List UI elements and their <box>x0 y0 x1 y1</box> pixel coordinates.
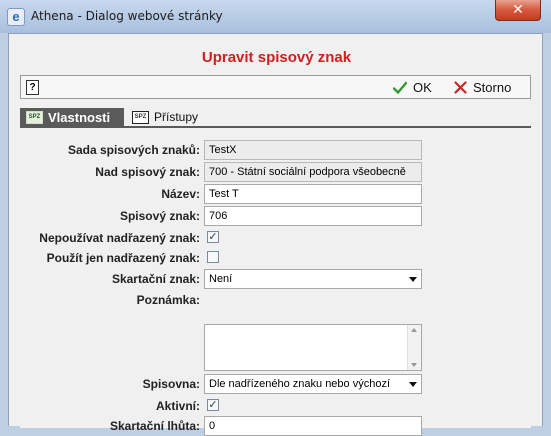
ok-button[interactable]: OK <box>393 79 432 96</box>
code-sign-icon: SPZ <box>132 110 149 124</box>
active-checkbox[interactable]: ✓ <box>207 399 219 411</box>
ok-button-label: OK <box>413 80 432 95</box>
select-value: Dle nadřízeného znaku nebo výchozí <box>209 378 391 390</box>
dialog-toolbar: ? OK Storno <box>20 75 531 99</box>
field-label: Poznámka: <box>136 293 200 307</box>
form-row-nad: Nad spisový znak: 700 - Státní sociální … <box>20 162 531 182</box>
parent-sign-readonly-field: 700 - Státní sociální podpora všeobecně <box>204 162 422 182</box>
browser-app-icon: e <box>7 8 25 26</box>
chevron-down-icon <box>409 382 417 387</box>
cancel-button-label: Storno <box>473 80 512 95</box>
close-window-button[interactable]: ✕ <box>495 0 541 21</box>
properties-panel: Sada spisových znaků: TestX Nad spisový … <box>20 128 531 436</box>
sign-code-input[interactable]: 706 <box>204 206 422 226</box>
window-frame-right <box>543 33 551 426</box>
dont-use-parent-checkbox[interactable]: ✓ <box>207 231 219 243</box>
select-value: Není <box>209 273 233 285</box>
tab-label: Vlastnosti <box>48 109 111 125</box>
window-title: Athena - Dialog webové stránky <box>31 9 223 23</box>
chevron-down-icon <box>409 277 417 282</box>
retention-period-input[interactable]: 0 <box>204 416 422 436</box>
name-input[interactable]: Test T <box>204 184 422 204</box>
form-row-pouzit: Použít jen nadřazený znak: <box>20 248 531 268</box>
textarea-scrollbar[interactable] <box>407 325 421 370</box>
tab-vlastnosti[interactable]: SPZ Vlastnosti <box>20 108 124 126</box>
sada-readonly-field: TestX <box>204 140 422 160</box>
retention-code-select[interactable]: Není <box>204 269 422 289</box>
field-label: Nepoužívat nadřazený znak: <box>39 231 200 245</box>
field-label: Spisovna: <box>142 377 200 391</box>
checkmark-icon <box>393 81 407 94</box>
form-row-aktivni: Aktivní: ✓ <box>20 396 531 416</box>
code-sign-icon: SPZ <box>26 110 43 124</box>
form-row-znak: Spisový znak: 706 <box>20 206 531 226</box>
field-label: Skartační znak: <box>111 272 200 286</box>
tab-label: Přístupy <box>154 110 199 124</box>
form-row-lhuta: Skartační lhůta: 0 <box>20 416 531 436</box>
window-frame-left <box>0 33 8 426</box>
scroll-down-icon[interactable] <box>411 363 417 367</box>
field-label: Spisový znak: <box>119 209 200 223</box>
window-titlebar: e Athena - Dialog webové stránky ✕ <box>0 0 551 33</box>
cancel-button[interactable]: Storno <box>454 79 511 96</box>
tab-pristupy[interactable]: SPZ Přístupy <box>126 108 216 126</box>
scroll-up-icon[interactable] <box>411 328 417 332</box>
form-row-nepouzivat: Nepoužívat nadřazený znak: ✓ <box>20 228 531 248</box>
dialog-heading: Upravit spisový znak <box>201 49 352 66</box>
use-only-parent-checkbox[interactable] <box>207 251 219 263</box>
dialog-client-area: Upravit spisový znak ? OK Storno SPZ Vla… <box>8 33 543 436</box>
help-icon[interactable]: ? <box>26 80 39 95</box>
form-row-poznamka: Poznámka: <box>20 290 531 310</box>
cross-icon <box>454 81 467 94</box>
form-row-nazev: Název: Test T <box>20 184 531 204</box>
field-label: Použít jen nadřazený znak: <box>46 251 200 265</box>
field-label: Nad spisový znak: <box>95 165 200 179</box>
field-label: Sada spisových znaků: <box>67 143 200 157</box>
form-row-spisovna: Spisovna: Dle nadřízeného znaku nebo výc… <box>20 374 531 394</box>
archive-select[interactable]: Dle nadřízeného znaku nebo výchozí <box>204 374 422 394</box>
tab-strip: SPZ Vlastnosti SPZ Přístupy <box>20 108 531 128</box>
note-textarea[interactable] <box>204 324 422 371</box>
field-label: Aktivní: <box>155 399 200 413</box>
field-label: Název: <box>161 187 200 201</box>
form-row-skartacni-znak: Skartační znak: Není <box>20 269 531 289</box>
form-row-sada: Sada spisových znaků: TestX <box>20 140 531 160</box>
field-label: Skartační lhůta: <box>109 419 200 433</box>
